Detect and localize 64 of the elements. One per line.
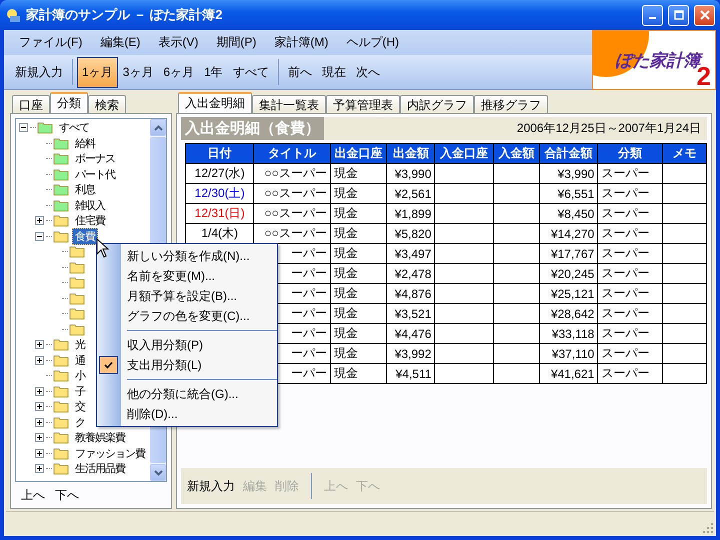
table-cell: ¥37,110 (540, 344, 598, 364)
table-cell: スーパー (598, 244, 662, 264)
table-cell: 12/30(土) (186, 184, 254, 204)
column-header: 入金口座 (434, 144, 494, 164)
table-cell: ¥3,992 (386, 344, 435, 364)
table-cell: スーパー (598, 324, 662, 344)
table-cell: ¥4,511 (386, 364, 435, 384)
column-header: 入金額 (493, 144, 540, 164)
table-cell: 1/4(木) (186, 224, 254, 244)
table-cell: スーパー (598, 284, 662, 304)
table-cell: スーパー (598, 264, 662, 284)
table-cell: 現金 (330, 344, 387, 364)
table-cell: ○○スーパー (254, 184, 330, 204)
table-cell: ¥5,820 (386, 224, 435, 244)
table-cell: スーパー (598, 364, 662, 384)
table-cell: ¥6,551 (540, 184, 598, 204)
table-cell: 現金 (330, 324, 387, 344)
table-cell: ¥1,899 (386, 204, 435, 224)
column-header: 出金口座 (330, 144, 387, 164)
table-cell: 現金 (330, 164, 387, 184)
table-cell: スーパー (598, 204, 662, 224)
table-cell: スーパー (598, 164, 662, 184)
table-cell: スーパー (598, 304, 662, 324)
table-cell: 12/31(日) (186, 204, 254, 224)
table-cell: ¥3,990 (386, 164, 435, 184)
section-heading: 入出金明細（食費） (181, 117, 324, 140)
table-cell: スーパー (598, 224, 662, 244)
table-cell: ¥4,476 (386, 324, 435, 344)
table-cell: 現金 (330, 224, 387, 244)
table-cell: ¥3,990 (540, 164, 598, 184)
date-range: 2006年12月25日～2007年1月24日 (516, 120, 702, 137)
table-cell: ¥20,245 (540, 264, 598, 284)
table-cell: ¥2,478 (386, 264, 435, 284)
column-header: タイトル (254, 144, 330, 164)
table-cell: ○○スーパー (254, 164, 330, 184)
table-cell: ¥4,876 (386, 284, 435, 304)
table-cell: 12/27(水) (186, 164, 254, 184)
column-header: 出金額 (386, 144, 435, 164)
table-cell: ¥2,561 (386, 184, 435, 204)
table-cell: 現金 (330, 244, 387, 264)
table-cell: ¥3,521 (386, 304, 435, 324)
table-cell: ¥8,450 (540, 204, 598, 224)
column-header: 分類 (598, 144, 662, 164)
table-cell: 現金 (330, 284, 387, 304)
column-header: メモ (662, 144, 706, 164)
column-header: 日付 (186, 144, 254, 164)
table-cell: ¥41,621 (540, 364, 598, 384)
table-cell: スーパー (598, 344, 662, 364)
table-cell: 現金 (330, 304, 387, 324)
table-cell: 現金 (330, 264, 387, 284)
table-cell: ¥28,642 (540, 304, 598, 324)
table-cell: ¥14,270 (540, 224, 598, 244)
column-header: 合計金額 (540, 144, 598, 164)
table-cell: ¥33,118 (540, 324, 598, 344)
window-title: 家計簿のサンプル － ぽた家計簿2 (26, 6, 224, 24)
table-cell: 現金 (330, 184, 387, 204)
table-cell: スーパー (598, 184, 662, 204)
table-cell: ○○スーパー (254, 224, 330, 244)
table-cell: 現金 (330, 204, 387, 224)
table-cell: ¥17,767 (540, 244, 598, 264)
table-cell: ○○スーパー (254, 204, 330, 224)
table-cell: ¥3,497 (386, 244, 435, 264)
table-cell: ¥25,121 (540, 284, 598, 304)
table-cell: 現金 (330, 364, 387, 384)
